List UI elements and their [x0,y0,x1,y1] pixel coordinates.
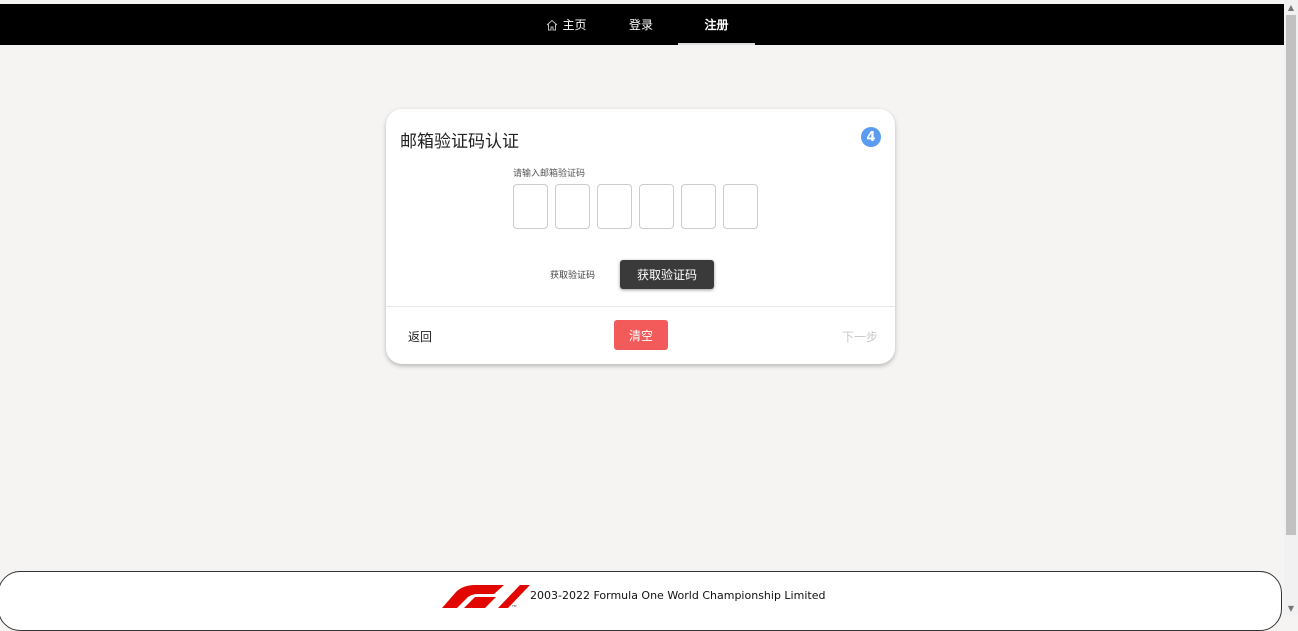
home-icon [547,19,558,30]
nav-item-login[interactable]: 登录 [604,4,678,45]
f1-logo: TM [442,585,530,608]
nav-menu: 主页 登录 注册 [528,4,755,45]
next-step-button[interactable]: 下一步 [842,328,878,345]
code-digit-input-5[interactable] [681,184,716,229]
top-nav-bar: 主页 登录 注册 [0,4,1284,45]
email-verification-card: 邮箱验证码认证 4 请输入邮箱验证码 获取验证码 获取验证码 返回 清空 下一步 [386,109,895,364]
footer: TM 2003-2022 Formula One World Champions… [0,571,1282,631]
code-input-group [513,184,758,229]
nav-register-label: 注册 [704,18,729,32]
nav-item-home[interactable]: 主页 [528,4,604,45]
nav-home-label: 主页 [562,18,587,32]
scroll-down-arrow-icon[interactable]: ▼ [1284,601,1298,615]
clear-button[interactable]: 清空 [614,320,668,350]
page-scrollbar[interactable]: ▲ ▼ [1284,0,1298,615]
step-badge: 4 [861,127,881,147]
code-digit-input-6[interactable] [723,184,758,229]
get-code-button[interactable]: 获取验证码 [620,260,714,289]
code-digit-input-4[interactable] [639,184,674,229]
nav-item-register[interactable]: 注册 [678,4,755,45]
card-divider [386,306,895,307]
code-input-label: 请输入邮箱验证码 [513,169,586,179]
nav-login-label: 登录 [628,18,653,32]
svg-text:TM: TM [511,604,517,608]
get-code-label: 获取验证码 [550,271,596,281]
footer-copyright: 2003-2022 Formula One World Championship… [530,589,826,602]
code-digit-input-3[interactable] [597,184,632,229]
scroll-thumb[interactable] [1286,15,1296,535]
scroll-up-arrow-icon[interactable]: ▲ [1284,0,1298,14]
card-title: 邮箱验证码认证 [400,132,519,152]
code-digit-input-1[interactable] [513,184,548,229]
code-digit-input-2[interactable] [555,184,590,229]
back-button[interactable]: 返回 [408,328,432,345]
